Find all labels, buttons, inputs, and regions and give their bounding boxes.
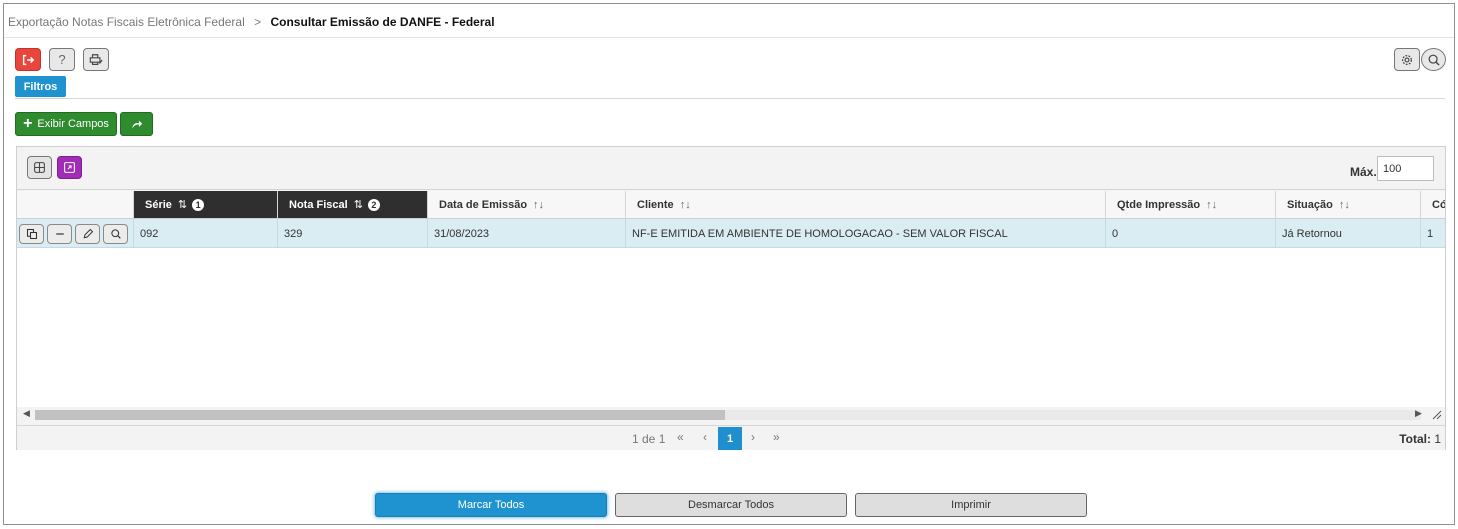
column-header-data-emissao[interactable]: Data de Emissão ↑↓ [428, 191, 626, 219]
show-fields-label: Exibir Campos [37, 118, 109, 130]
header-divider [4, 37, 1454, 38]
resize-handle-icon[interactable] [1432, 410, 1442, 420]
column-header-serie[interactable]: Série ⇅ 1 [134, 191, 278, 219]
max-records-input[interactable] [1377, 156, 1434, 181]
breadcrumb: Exportação Notas Fiscais Eletrônica Fede… [8, 15, 495, 29]
cell-cod: 1 [1427, 227, 1434, 240]
horizontal-scrollbar[interactable]: ◀ ▶ [17, 407, 1445, 423]
total-count: Total: 1 [1399, 432, 1441, 446]
grid-icon [34, 162, 45, 173]
data-grid: Máx. Série ⇅ 1 Nota Fiscal ⇅ 2 Data de E… [16, 146, 1446, 450]
next-page-button[interactable]: › [751, 430, 755, 444]
edit-button[interactable] [75, 224, 100, 244]
cell-data-emissao: 31/08/2023 [428, 219, 626, 248]
copy-button[interactable] [19, 224, 44, 244]
search-icon [110, 229, 121, 239]
help-button[interactable]: ? [49, 48, 75, 71]
deselect-all-button[interactable]: Desmarcar Todos [615, 493, 847, 517]
sort-icon: ↑↓ [1206, 198, 1218, 211]
cell-cliente: NF-E EMITIDA EM AMBIENTE DE HOMOLOGACAO … [626, 219, 1106, 248]
app-window: Exportação Notas Fiscais Eletrônica Fede… [3, 3, 1455, 525]
breadcrumb-current: Consultar Emissão de DANFE - Federal [270, 15, 495, 29]
column-label: Situação [1287, 198, 1333, 211]
share-arrow-icon [132, 119, 143, 129]
column-header-qtde-impressao[interactable]: Qtde Impressão ↑↓ [1106, 191, 1276, 219]
column-header-situacao[interactable]: Situação ↑↓ [1276, 191, 1421, 219]
search-icon [1428, 54, 1440, 66]
tab-filtros[interactable]: Filtros [15, 76, 66, 97]
table-row[interactable]: 092 329 31/08/2023 NF-E EMITIDA EM AMBIE… [17, 219, 1445, 248]
pencil-icon [83, 228, 93, 239]
sort-asc-icon: ⇅ [177, 199, 188, 211]
grid-layout-button[interactable] [27, 156, 52, 179]
sort-icon: ↑↓ [679, 198, 691, 211]
cell-serie: 092 [134, 219, 278, 248]
sort-asc-icon: ⇅ [353, 199, 363, 211]
column-header-nota-fiscal[interactable]: Nota Fiscal ⇅ 2 [278, 191, 428, 219]
copy-icon [26, 228, 37, 240]
expand-icon [64, 162, 75, 173]
column-label: Nota Fiscal [289, 198, 348, 211]
minus-icon [55, 233, 64, 235]
prev-page-button[interactable]: ‹ [703, 430, 707, 444]
gear-icon [1401, 54, 1413, 65]
plus-icon: + [23, 115, 33, 132]
remove-button[interactable] [47, 224, 72, 244]
view-button[interactable] [103, 224, 128, 244]
scroll-left-icon[interactable]: ◀ [23, 408, 30, 419]
column-label: Qtde Impressão [1117, 198, 1201, 211]
share-button[interactable] [120, 112, 153, 136]
filter-divider [15, 98, 1445, 99]
breadcrumb-separator: > [254, 15, 262, 29]
grid-body: Série ⇅ 1 Nota Fiscal ⇅ 2 Data de Emissã… [17, 191, 1445, 407]
cell-situacao: Já Retornou [1276, 219, 1421, 248]
total-value: 1 [1434, 432, 1441, 446]
print-icon [89, 53, 103, 65]
expand-grid-button[interactable] [57, 156, 82, 179]
cell-qtde-impressao: 0 [1106, 219, 1276, 248]
grid-toolbar: Máx. [17, 147, 1445, 190]
column-label: Data de Emissão [439, 198, 528, 211]
sort-icon: ↑↓ [533, 198, 545, 211]
current-page-button[interactable]: 1 [718, 427, 742, 450]
print-button[interactable]: Imprimir [855, 493, 1087, 517]
select-all-button[interactable]: Marcar Todos [375, 493, 607, 517]
sort-icon: ↑↓ [1338, 198, 1350, 211]
actions-column-header [17, 191, 134, 219]
pagination: 1 de 1 « ‹ 1 › » Total: 1 [17, 425, 1445, 450]
exit-button[interactable] [15, 48, 41, 71]
sort-order-badge: 2 [367, 198, 380, 211]
column-header-cod[interactable]: Cód [1421, 191, 1445, 219]
settings-button[interactable] [1394, 48, 1420, 71]
sort-order-badge: 1 [192, 198, 205, 211]
show-fields-button[interactable]: + Exibir Campos [15, 112, 117, 136]
column-label: Cliente [637, 198, 674, 211]
print-signature-button[interactable] [83, 48, 109, 71]
page-info: 1 de 1 [632, 432, 666, 446]
column-label: Cód [1432, 198, 1445, 211]
help-icon: ? [58, 52, 66, 67]
exit-icon [22, 54, 35, 65]
scroll-thumb[interactable] [35, 410, 725, 420]
last-page-button[interactable]: » [773, 430, 780, 444]
column-label: Série [145, 198, 172, 211]
row-actions [17, 219, 134, 248]
cell-nota-fiscal: 329 [278, 219, 428, 248]
first-page-button[interactable]: « [677, 430, 684, 444]
column-header-cliente[interactable]: Cliente ↑↓ [626, 191, 1106, 219]
search-button[interactable] [1421, 48, 1446, 71]
breadcrumb-parent[interactable]: Exportação Notas Fiscais Eletrônica Fede… [8, 15, 245, 29]
total-label: Total: [1399, 432, 1431, 446]
scroll-right-icon[interactable]: ▶ [1415, 408, 1422, 419]
max-label: Máx. [1350, 165, 1377, 179]
